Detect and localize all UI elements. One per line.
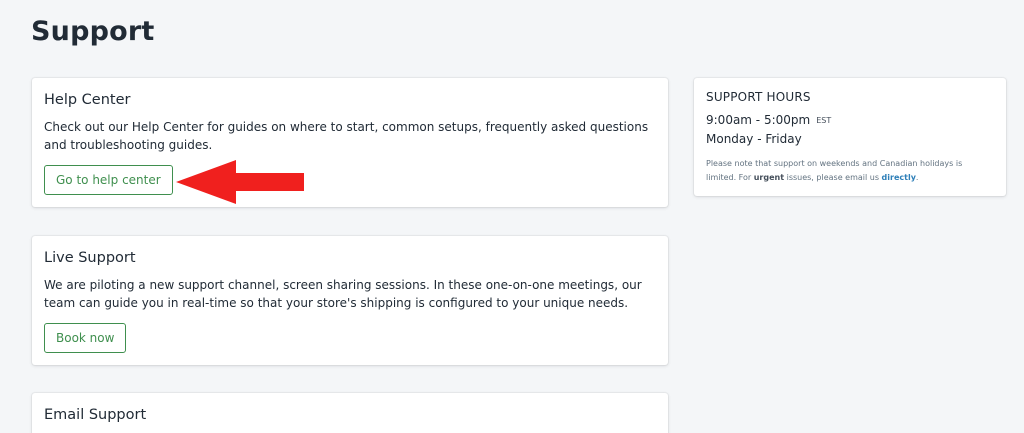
live-support-title: Live Support <box>44 250 136 266</box>
support-hours-card: SUPPORT HOURS 9:00am - 5:00pm EST Monday … <box>694 78 1006 196</box>
help-center-description: Check out our Help Center for guides on … <box>44 120 649 152</box>
note-urgent: urgent <box>753 172 785 182</box>
support-hours-time: 9:00am - 5:00pm EST <box>706 112 994 129</box>
support-hours-days: Monday - Friday <box>706 131 802 146</box>
support-hours-title: SUPPORT HOURS <box>706 90 811 104</box>
live-support-card: Live Support We are piloting a new suppo… <box>32 236 668 365</box>
timezone-label: EST <box>816 115 832 125</box>
note-middle: issues, please email us <box>784 172 882 182</box>
book-now-button[interactable]: Book now <box>44 323 127 353</box>
email-support-card: Email Support <box>32 393 668 433</box>
help-center-card: Help Center Check out our Help Center fo… <box>32 78 668 207</box>
red-arrow-left-icon <box>176 160 304 204</box>
note-suffix: . <box>915 172 919 182</box>
live-support-description: We are piloting a new support channel, s… <box>44 278 642 310</box>
support-hours-note: Please note that support on weekends and… <box>706 157 994 185</box>
help-center-title: Help Center <box>44 92 131 108</box>
support-page: Support Help Center Check out our Help C… <box>0 0 1024 433</box>
hours-range: 9:00am - 5:00pm <box>706 113 811 127</box>
email-directly-link[interactable]: directly <box>882 173 916 182</box>
email-support-title: Email Support <box>44 407 147 423</box>
page-title: Support <box>31 16 155 47</box>
go-to-help-center-button[interactable]: Go to help center <box>44 165 173 195</box>
